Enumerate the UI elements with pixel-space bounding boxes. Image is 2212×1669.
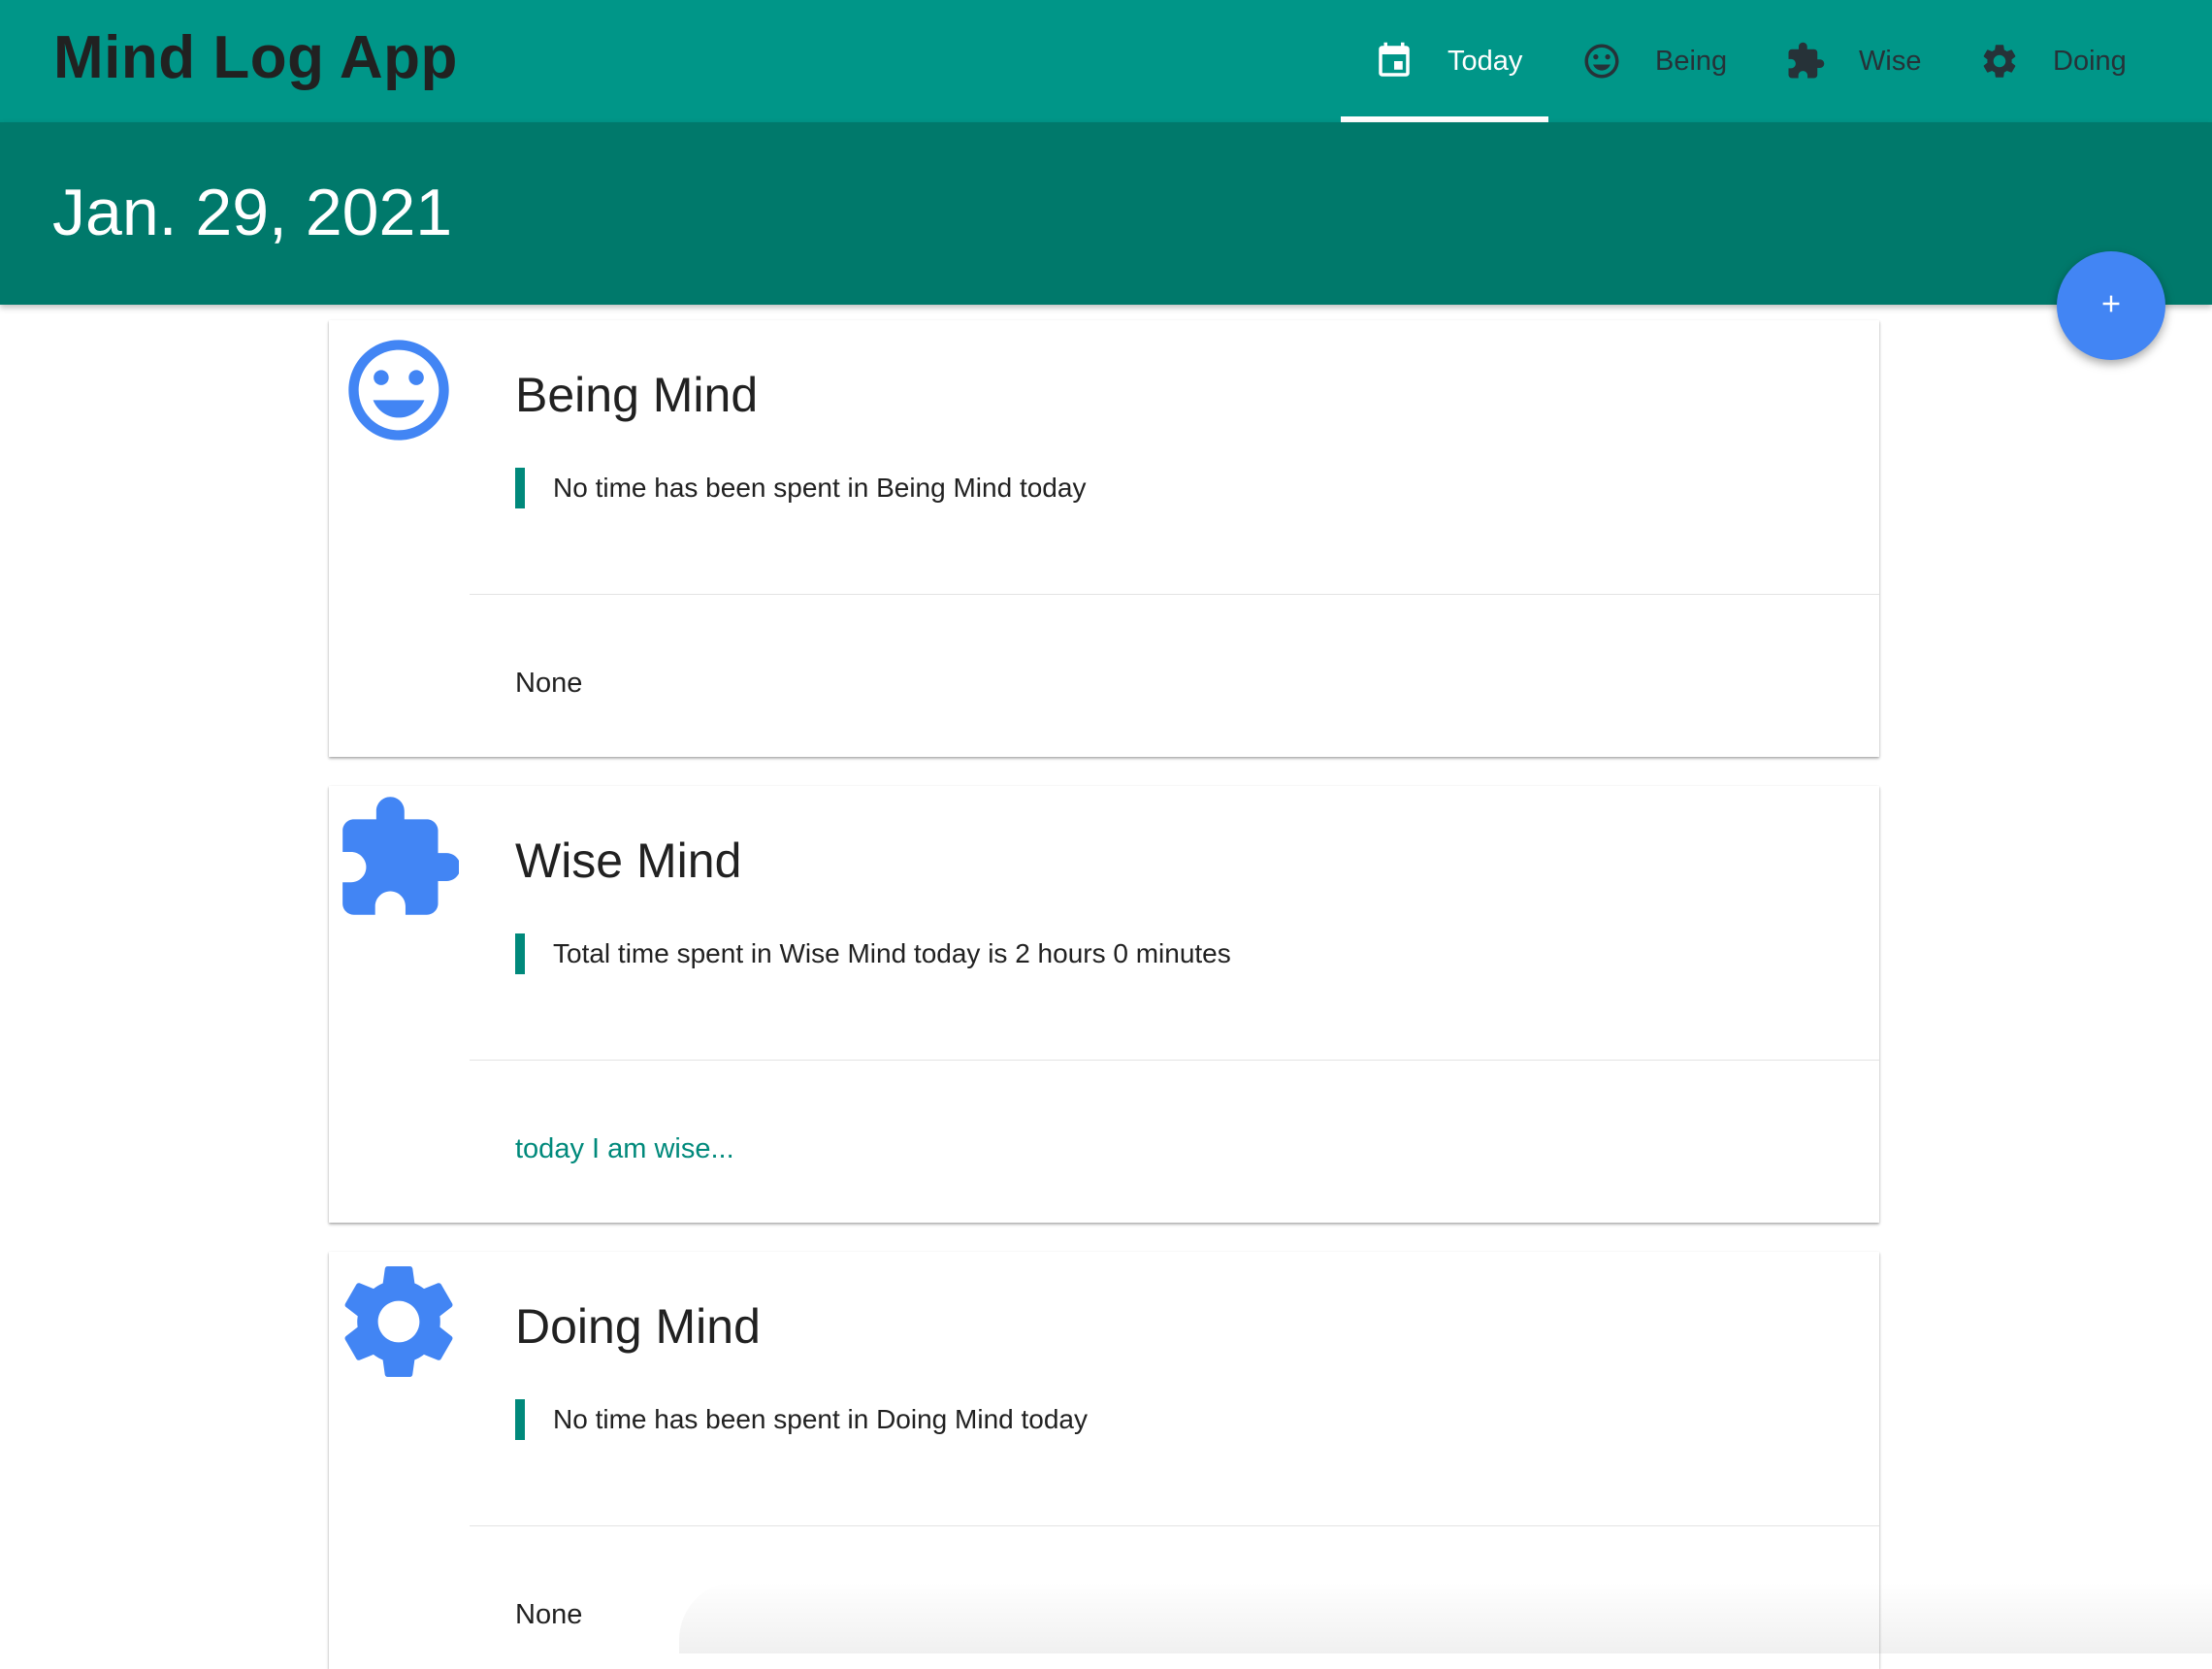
card-title: Being Mind bbox=[515, 368, 759, 422]
divider bbox=[470, 1060, 1879, 1061]
puzzle-icon bbox=[339, 796, 461, 916]
divider bbox=[470, 594, 1879, 595]
tab-wise[interactable]: Wise bbox=[1785, 0, 1950, 122]
calendar-icon bbox=[1374, 41, 1415, 82]
top-app-bar: Mind Log App Today Being Wise Doing bbox=[0, 0, 2212, 122]
time-summary-text: Total time spent in Wise Mind today is 2… bbox=[553, 938, 1231, 968]
divider bbox=[470, 1525, 1879, 1526]
time-summary-text: No time has been spent in Doing Mind tod… bbox=[553, 1404, 1088, 1434]
tab-doing[interactable]: Doing bbox=[1979, 0, 2163, 122]
plus-icon bbox=[2092, 284, 2131, 328]
page-title: Jan. 29, 2021 bbox=[52, 176, 453, 249]
tab-wise-label: Wise bbox=[1859, 45, 1922, 77]
smiley-icon bbox=[339, 330, 459, 450]
being-mind-card: Being Mind No time has been spent in Bei… bbox=[329, 320, 1879, 757]
accent-bar bbox=[515, 468, 525, 508]
bottom-shadow bbox=[679, 1582, 2212, 1653]
card-title: Wise Mind bbox=[515, 834, 742, 888]
gear-icon bbox=[339, 1261, 459, 1382]
tab-being[interactable]: Being bbox=[1581, 0, 1756, 122]
card-title: Doing Mind bbox=[515, 1299, 761, 1354]
smiley-icon bbox=[1581, 41, 1622, 82]
accent-bar bbox=[515, 933, 525, 974]
add-entry-button[interactable] bbox=[2057, 251, 2165, 360]
puzzle-icon bbox=[1785, 41, 1826, 82]
date-header: Jan. 29, 2021 bbox=[0, 122, 2212, 305]
tab-doing-label: Doing bbox=[2053, 45, 2127, 77]
time-summary: Total time spent in Wise Mind today is 2… bbox=[515, 933, 1231, 974]
accent-bar bbox=[515, 1399, 525, 1440]
time-summary-text: No time has been spent in Being Mind tod… bbox=[553, 473, 1087, 503]
gear-icon bbox=[1979, 41, 2020, 82]
wise-note-link[interactable]: today I am wise... bbox=[515, 1133, 734, 1165]
wise-mind-card: Wise Mind Total time spent in Wise Mind … bbox=[329, 786, 1879, 1223]
time-summary: No time has been spent in Doing Mind tod… bbox=[515, 1399, 1088, 1440]
tab-being-label: Being bbox=[1655, 45, 1728, 77]
card-note: None bbox=[515, 668, 583, 699]
tab-today[interactable]: Today bbox=[1341, 0, 1548, 122]
card-note: None bbox=[515, 1599, 583, 1630]
tab-today-label: Today bbox=[1448, 45, 1523, 77]
time-summary: No time has been spent in Being Mind tod… bbox=[515, 468, 1086, 508]
app-title: Mind Log App bbox=[53, 24, 458, 91]
